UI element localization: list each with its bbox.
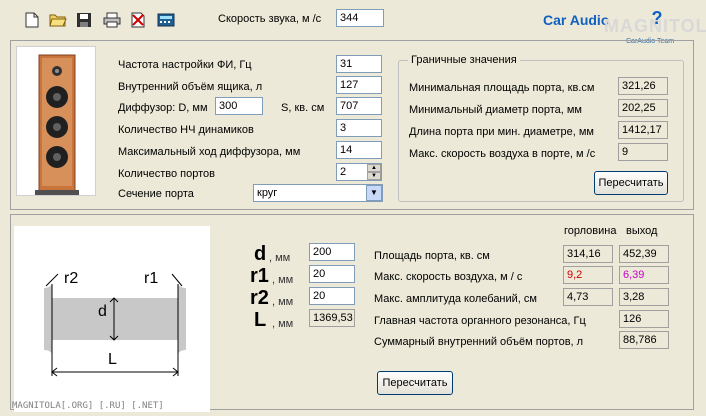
chevron-down-icon[interactable]: ▼ <box>366 185 382 201</box>
speaker-icon <box>35 54 79 195</box>
amplitude-exit: 3,28 <box>619 288 669 306</box>
air-speed-exit: 6,39 <box>619 266 669 284</box>
r1-unit: , мм <box>272 274 294 286</box>
L-symbol: L <box>254 309 267 331</box>
amplitude-label: Макс. амплитуда колебаний, см <box>374 293 537 305</box>
max-air-speed-label: Макс. скорость воздуха в порте, м /с <box>409 148 596 160</box>
brand-title: Car Audio <box>543 12 610 28</box>
air-speed-throat: 9,2 <box>563 266 613 284</box>
diffuser-s-input[interactable]: 707 <box>336 97 382 115</box>
total-port-volume-label: Суммарный внутренний объём портов, л <box>374 336 584 348</box>
r2-input[interactable]: 20 <box>309 287 355 305</box>
exit-header: выход <box>626 225 658 237</box>
d-input[interactable]: 200 <box>309 243 355 261</box>
speaker-picture <box>16 46 96 196</box>
port-count-spin-up[interactable]: ▲ <box>367 164 381 172</box>
r1-symbol: r1 <box>250 265 269 287</box>
min-diameter-label: Минимальный диаметр порта, мм <box>409 104 582 116</box>
new-file-icon <box>25 12 39 28</box>
min-area-value: 321,26 <box>618 77 668 95</box>
max-excursion-label: Максимальный ход диффузора, мм <box>118 146 301 158</box>
diffuser-d-input[interactable]: 300 <box>215 97 263 115</box>
drawing-r1-label: r1 <box>144 270 159 287</box>
r2-symbol: r2 <box>250 287 269 309</box>
delete-icon <box>131 12 145 28</box>
port-length-label: Длина порта при мин. диаметре, мм <box>409 126 594 138</box>
port-section-label: Сечение порта <box>118 188 194 200</box>
min-diameter-value: 202,25 <box>618 99 668 117</box>
port-count-spin-down[interactable]: ▼ <box>367 172 381 180</box>
total-port-volume-value: 88,786 <box>619 331 669 349</box>
limits-recalc-button[interactable]: Пересчитать <box>594 171 668 195</box>
tuning-freq-label: Частота настройки ФИ, Гц <box>118 59 252 71</box>
port-count-value: 2 <box>340 166 347 178</box>
air-speed-label: Макс. скорость воздуха, м / с <box>374 271 523 283</box>
min-area-label: Минимальная площадь порта, кв.см <box>409 82 595 94</box>
max-air-speed-value: 9 <box>618 143 668 161</box>
port-area-throat: 314,16 <box>563 245 613 263</box>
box-volume-label: Внутренний объём ящика, л <box>118 81 263 93</box>
L-value: 1369,53 <box>309 309 355 327</box>
organ-resonance-value: 126 <box>619 310 669 328</box>
save-icon <box>77 13 91 27</box>
limits-title: Граничные значения <box>408 53 520 67</box>
d-unit: , мм <box>269 252 291 264</box>
sound-speed-input[interactable]: 344 <box>336 9 384 27</box>
d-symbol: d <box>254 243 267 265</box>
box-volume-input[interactable]: 127 <box>336 76 382 94</box>
drawing-d-label: d <box>98 303 107 320</box>
r2-unit: , мм <box>272 296 294 308</box>
diffuser-s-label: S, кв. см <box>281 102 325 114</box>
diffuser-d-label: Диффузор: D, мм <box>118 102 208 114</box>
port-section-select[interactable]: круг <box>253 184 383 202</box>
open-folder-icon <box>49 14 67 27</box>
L-unit: , мм <box>272 318 294 330</box>
calculator-button[interactable] <box>156 10 176 30</box>
help-button[interactable]: ? <box>646 8 668 34</box>
save-button[interactable] <box>74 10 94 30</box>
help-icon: ? <box>651 8 663 28</box>
drawing-L-label: L <box>108 351 117 368</box>
max-excursion-input[interactable]: 14 <box>336 141 382 159</box>
port-section-value: круг <box>257 187 278 199</box>
port-recalc-button[interactable]: Пересчитать <box>377 371 453 395</box>
print-button[interactable] <box>102 10 122 30</box>
woofer-count-input[interactable]: 3 <box>336 119 382 137</box>
organ-resonance-label: Главная частота органного резонанса, Гц <box>374 315 586 327</box>
port-diagram-icon <box>44 273 186 377</box>
port-count-label: Количество портов <box>118 168 215 180</box>
amplitude-throat: 4,73 <box>563 288 613 306</box>
open-button[interactable] <box>48 10 68 30</box>
tuning-freq-input[interactable]: 31 <box>336 55 382 73</box>
new-file-button[interactable] <box>22 10 42 30</box>
woofer-count-label: Количество НЧ динамиков <box>118 124 254 136</box>
throat-header: горловина <box>564 225 617 237</box>
drawing-r2-label: r2 <box>64 270 79 287</box>
print-icon <box>103 12 121 28</box>
delete-button[interactable] <box>128 10 148 30</box>
port-drawing <box>14 226 210 412</box>
calculator-icon <box>157 13 175 27</box>
port-length-value: 1412,17 <box>618 121 668 139</box>
port-area-exit: 452,39 <box>619 245 669 263</box>
port-area-label: Площадь порта, кв. см <box>374 250 490 262</box>
sound-speed-label: Скорость звука, м /с <box>218 13 322 25</box>
footer-text: MAGNITOLA[.ORG] [.RU] [.NET] <box>12 401 164 411</box>
r1-input[interactable]: 20 <box>309 265 355 283</box>
